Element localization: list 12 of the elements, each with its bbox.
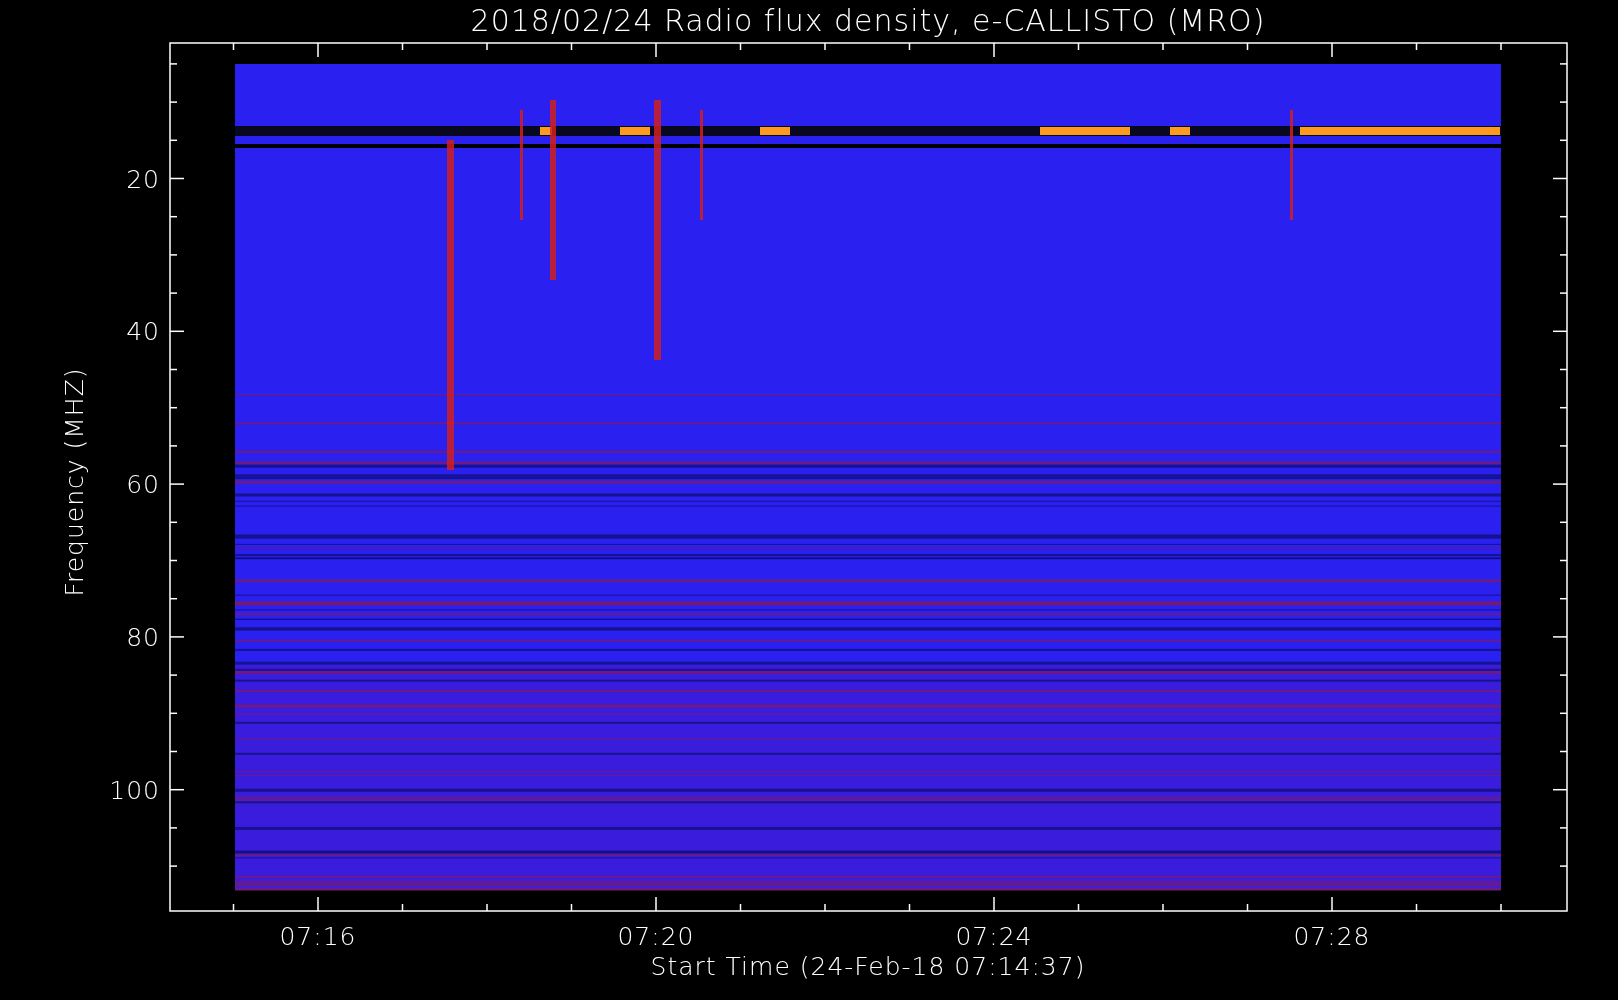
y-axis-label: Frequency (MHZ) [60, 367, 89, 597]
x-axis-label: Start Time (24-Feb-18 07:14:37) [650, 952, 1086, 981]
x-tick-label: 07:24 [955, 922, 1033, 951]
x-tick-label: 07:28 [1293, 922, 1371, 951]
y-tick-label: 100 [109, 775, 160, 805]
chart-title: 2018/02/24 Radio flux density, e-CALLISTO (MRO) [470, 3, 1266, 38]
x-tick-label: 07:16 [279, 922, 357, 951]
y-tick-label: 20 [126, 164, 160, 194]
y-tick-label: 60 [126, 470, 160, 500]
y-tick-label: 80 [126, 622, 160, 652]
y-tick-label: 40 [126, 317, 160, 347]
x-tick-label: 07:20 [617, 922, 695, 951]
